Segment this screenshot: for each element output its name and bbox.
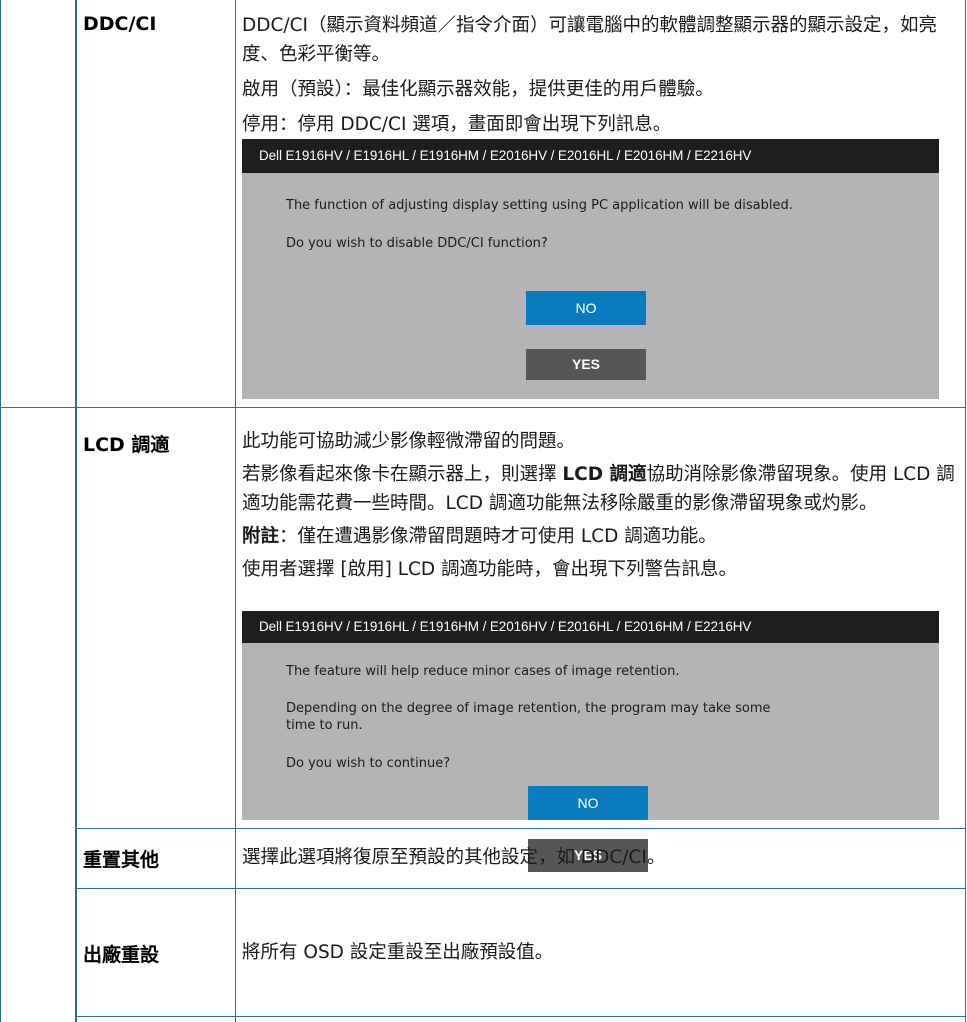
dialog-message: The feature will help reduce minor cases… <box>286 664 680 679</box>
dialog-question: Do you wish to continue? <box>286 756 451 771</box>
dialog-title: Dell E1916HV / E1916HL / E1916HM / E2016… <box>242 611 939 643</box>
table-left-border <box>0 0 1 1022</box>
dialog-message: The function of adjusting display settin… <box>286 198 793 213</box>
table-right-border <box>965 0 966 1022</box>
ddcci-description: DDC/CI（顯示資料頻道／指令介面）可讓電腦中的軟體調整顯示器的顯示設定，如亮… <box>242 11 960 139</box>
ddcci-disable-text: 停用：停用 DDC/CI 選項，畫面即會出現下列訊息。 <box>242 114 672 135</box>
dialog-question: Do you wish to disable DDC/CI function? <box>286 236 548 251</box>
table-bottom-border <box>75 1016 966 1017</box>
row-divider <box>0 407 966 408</box>
dialog-message-detail: Depending on the degree of image retenti… <box>286 701 771 733</box>
note-text: ：僅在遭遇影像滯留問題時才可使用 LCD 調適功能。 <box>279 526 717 547</box>
lcd-usage-text-start: 若影像看起來像卡在顯示器上，則選擇 <box>242 464 563 485</box>
row-label-ddcci: DDC/CI <box>83 13 157 35</box>
lcd-usage-text: 若影像看起來像卡在顯示器上，則選擇 LCD 調適協助消除影像滯留現象。使用 LC… <box>242 460 960 518</box>
lcd-conditioning-emphasis: LCD 調適 <box>562 464 647 485</box>
row-divider <box>75 828 966 829</box>
lcd-warning-intro: 使用者選擇 [啟用] LCD 調適功能時，會出現下列警告訊息。 <box>242 559 738 580</box>
no-button[interactable]: NO <box>526 291 646 325</box>
factory-reset-description: 將所有 OSD 設定重設至出廠預設值。 <box>242 942 554 963</box>
lcd-conditioning-description: 此功能可協助減少影像輕微滯留的問題。 若影像看起來像卡在顯示器上，則選擇 LCD… <box>242 427 960 584</box>
ddcci-enable-text: 啟用（預設）：最佳化顯示器效能，提供更佳的用戶體驗。 <box>242 79 714 100</box>
ddcci-intro-text: DDC/CI（顯示資料頻道／指令介面）可讓電腦中的軟體調整顯示器的顯示設定，如亮… <box>242 15 938 65</box>
lcd-intro-text: 此功能可協助減少影像輕微滯留的問題。 <box>242 431 576 452</box>
row-label-lcd-conditioning: LCD 調適 <box>83 434 170 456</box>
dialog-title: Dell E1916HV / E1916HL / E1916HM / E2016… <box>242 139 939 173</box>
row-divider <box>75 888 966 889</box>
reset-other-description: 選擇此選項將復原至預設的其他設定，如 DDC/CI。 <box>242 847 666 868</box>
row-label-reset-other: 重置其他 <box>83 849 160 871</box>
yes-button[interactable]: YES <box>526 349 646 380</box>
table-column-divider <box>235 0 236 1022</box>
table-label-column-left-border <box>75 0 77 1022</box>
no-button[interactable]: NO <box>528 786 648 820</box>
note-label: 附註 <box>242 526 280 547</box>
lcd-note: 附註：僅在遭遇影像滯留問題時才可使用 LCD 調適功能。 <box>242 522 960 551</box>
lcd-conditioning-warning-dialog: Dell E1916HV / E1916HL / E1916HM / E2016… <box>242 611 939 872</box>
ddcci-disable-dialog: Dell E1916HV / E1916HL / E1916HM / E2016… <box>242 139 939 399</box>
row-label-factory-reset: 出廠重設 <box>83 944 160 966</box>
